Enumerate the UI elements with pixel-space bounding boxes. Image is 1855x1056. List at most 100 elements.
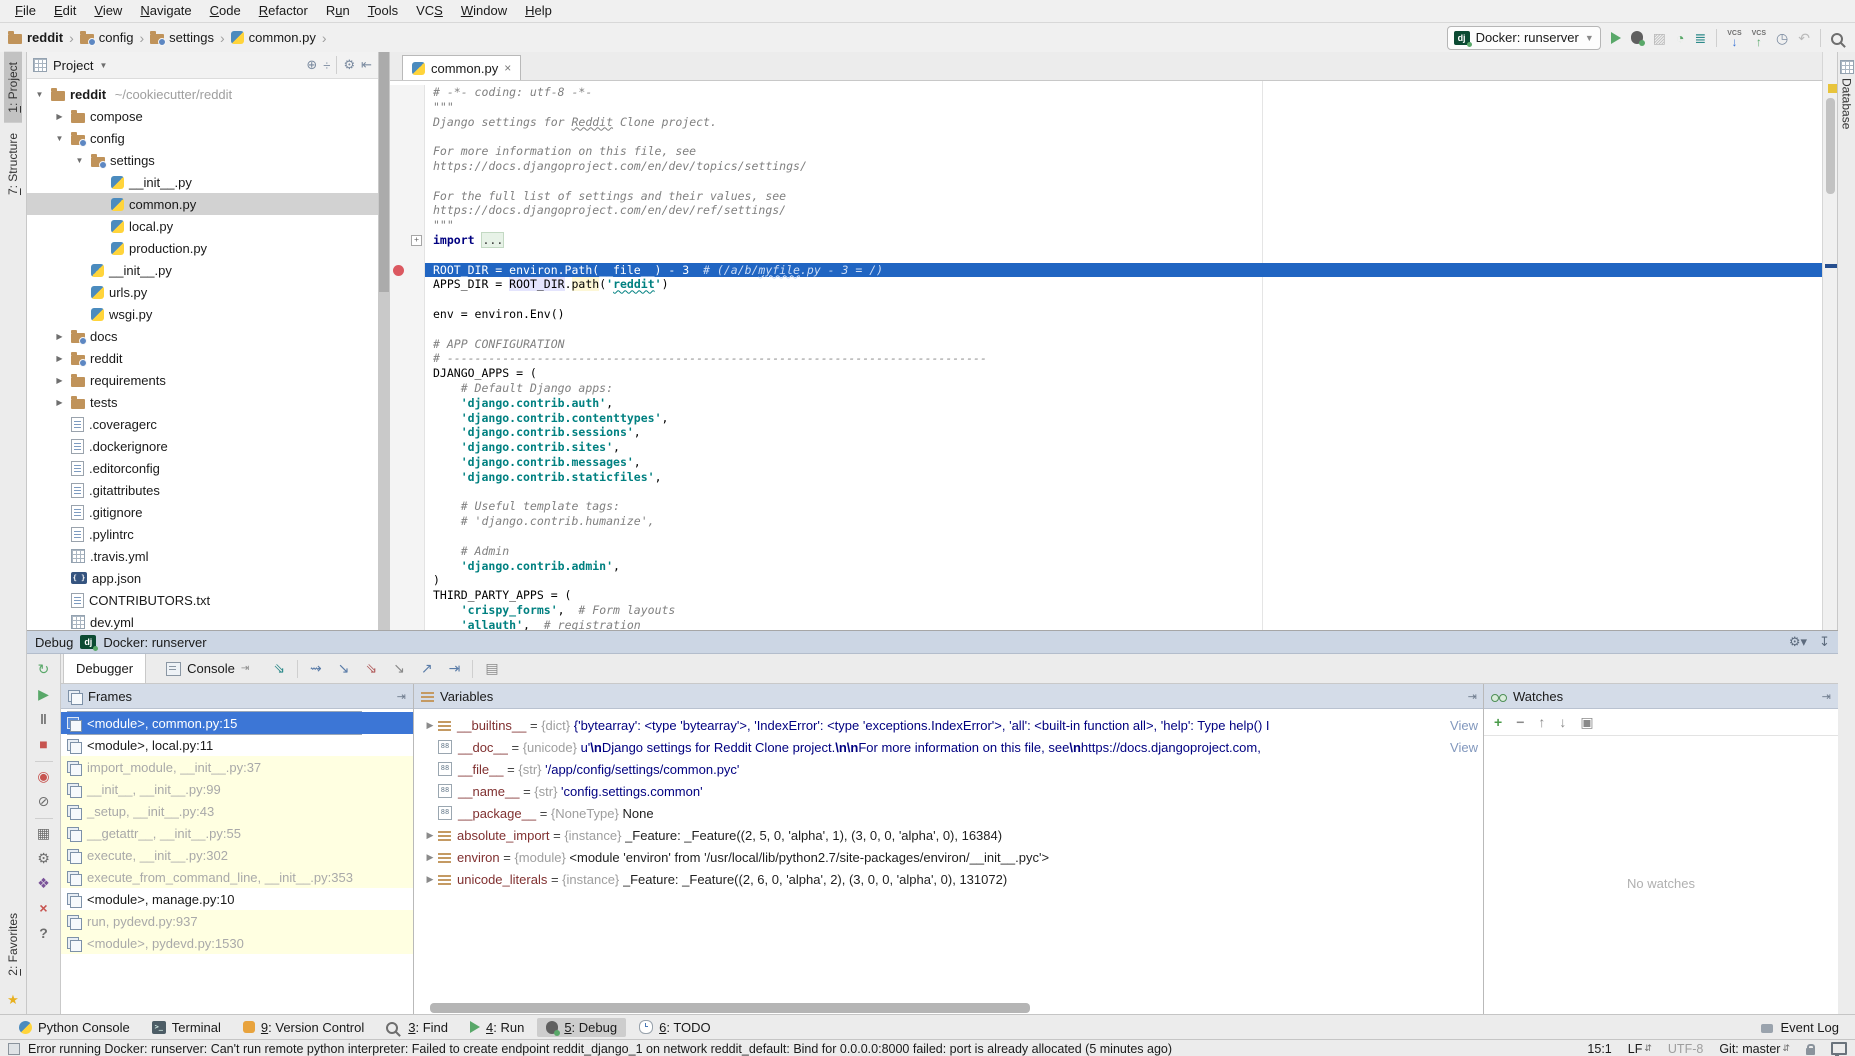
tree-item-gitignore[interactable]: .gitignore [27,501,378,523]
undo-button[interactable]: ↶ [1798,30,1810,46]
status-git-master[interactable]: Git: master⇵ [1719,1042,1790,1056]
frame-item[interactable]: <module>, common.py:15 [61,712,413,734]
status-utf-8[interactable]: UTF-8 [1668,1042,1703,1056]
debug-button[interactable] [1631,31,1643,44]
evaluate-expression-button[interactable]: ▤ [481,660,502,677]
tree-item-config[interactable]: ▼config [27,127,378,149]
resume-button[interactable]: ▶ [38,683,49,708]
copy-watch-button[interactable]: ▣ [1580,714,1593,731]
dock-icon[interactable]: ⇥ [1468,690,1477,703]
tree-item-settings[interactable]: ▼settings [27,149,378,171]
toolwindow-switcher-icon[interactable] [8,1043,20,1055]
menu-edit[interactable]: Edit [45,0,85,22]
chevron-open-icon[interactable]: ▼ [33,90,46,99]
sidebar-tab-1-project[interactable]: 1: Project [4,52,22,123]
dock-icon[interactable]: ⇥ [397,690,406,703]
remote-interpreter-icon[interactable] [1831,1042,1847,1055]
close-icon[interactable]: × [504,61,511,75]
run-with-settings-button[interactable]: ≣ [1695,30,1707,46]
menu-run[interactable]: Run [317,0,359,22]
chevron-closed-icon[interactable]: ▶ [53,112,66,121]
run-to-cursor-button[interactable]: ⇥ [445,660,465,677]
breadcrumb-common-py[interactable]: common.py [231,30,316,45]
menu-window[interactable]: Window [452,0,516,22]
variable-absolute-import[interactable]: ▶absolute_import = {instance} _Feature: … [414,824,1484,846]
pin-button[interactable]: ❖ [37,872,50,897]
chevron-closed-icon[interactable]: ▶ [53,398,66,407]
tree-item-gitattributes[interactable]: .gitattributes [27,479,378,501]
step-into-my-code-button[interactable]: ⇘ [361,660,381,677]
menu-code[interactable]: Code [201,0,250,22]
menu-file[interactable]: File [6,0,45,22]
select-opened-file-button[interactable]: ⊕ [306,57,317,73]
run-with-coverage-button[interactable]: ▨ [1653,30,1666,46]
menu-view[interactable]: View [85,0,131,22]
gear-icon[interactable]: ⚙ [343,57,355,73]
tree-item-reddit[interactable]: ▼reddit ~/cookiecutter/reddit [27,83,378,105]
sidebar-tab-database[interactable]: Database [1839,52,1855,137]
chevron-closed-icon[interactable]: ▶ [53,354,66,363]
variable-name[interactable]: __name__ = {str} 'config.settings.common… [414,780,1484,802]
stop-button[interactable]: ■ [39,733,47,758]
move-watch-down-button[interactable]: ↓ [1559,714,1566,730]
step-out-button[interactable]: ↗ [417,660,437,677]
tree-item-init-py[interactable]: __init__.py [27,171,378,193]
tree-item-dev-yml[interactable]: dev.yml [27,611,378,630]
chevron-closed-icon[interactable]: ▶ [53,332,66,341]
help-button[interactable]: ? [39,922,48,947]
variable-environ[interactable]: ▶environ = {module} <module 'environ' fr… [414,846,1484,868]
frame-item[interactable]: execute_from_command_line, __init__.py:3… [61,866,413,888]
variable-package[interactable]: __package__ = {NoneType} None [414,802,1484,824]
view-link[interactable]: View [1446,718,1478,733]
project-scrollbar[interactable] [378,52,390,630]
frame-item[interactable]: run, pydevd.py:937 [61,910,413,932]
toolwindow-6-todo[interactable]: 6: TODO [630,1018,720,1037]
chevron-right-icon[interactable]: ▶ [422,874,438,885]
tree-item-compose[interactable]: ▶compose [27,105,378,127]
mute-breakpoints-button[interactable]: ⊘ [38,790,50,815]
tree-item-contributors-txt[interactable]: CONTRIBUTORS.txt [27,589,378,611]
status-message[interactable]: Error running Docker: runserver: Can't r… [28,1042,1579,1056]
tree-item-coveragerc[interactable]: .coveragerc [27,413,378,435]
frame-item[interactable]: __getattr__, __init__.py:55 [61,822,413,844]
pause-button[interactable]: ‖ [40,708,47,733]
toolwindow-terminal[interactable]: Terminal [143,1018,230,1037]
view-link[interactable]: View [1446,740,1478,755]
toolwindow-9-version-control[interactable]: 9: Version Control [234,1018,373,1037]
menu-refactor[interactable]: Refactor [250,0,317,22]
frame-item[interactable]: <module>, pydevd.py:1530 [61,932,413,954]
menu-vcs[interactable]: VCS [407,0,452,22]
local-history-button[interactable]: ◷ [1776,30,1788,46]
profiler-button[interactable]: ◔ [1676,30,1684,46]
vcs-commit-button[interactable]: VCS ↑ [1752,30,1766,46]
lock-icon[interactable] [1806,1048,1815,1055]
tree-item-requirements[interactable]: ▶requirements [27,369,378,391]
add-watch-button[interactable]: + [1494,714,1502,730]
frame-item[interactable]: <module>, local.py:11 [61,734,413,756]
chevron-open-icon[interactable]: ▼ [73,156,86,165]
variable-file[interactable]: __file__ = {str} '/app/config/settings/c… [414,758,1484,780]
chevron-right-icon[interactable]: ▶ [422,720,438,731]
move-watch-up-button[interactable]: ↑ [1538,714,1545,730]
tab-console[interactable]: Console ⇥ [154,654,261,683]
variables-hscrollbar[interactable] [430,1003,1030,1013]
vcs-update-button[interactable]: VCS ↓ [1727,30,1741,46]
chevron-open-icon[interactable]: ▼ [53,134,66,143]
menu-tools[interactable]: Tools [359,0,407,22]
show-execution-point-button[interactable]: ⇘ [269,660,289,677]
run-button[interactable] [1611,32,1621,44]
toolwindow-5-debug[interactable]: 5: Debug [537,1018,626,1037]
tree-item-app-json[interactable]: app.json [27,567,378,589]
settings-gear-button[interactable]: ⚙ [37,847,50,872]
variable-doc[interactable]: __doc__ = {unicode} u'\nDjango settings … [414,736,1484,758]
code-area[interactable]: # -*- coding: utf-8 -*-"""Django setting… [390,81,1822,630]
status-15-1[interactable]: 15:1 [1587,1042,1611,1056]
tree-item-tests[interactable]: ▶tests [27,391,378,413]
step-over-button[interactable]: ⇝ [306,660,326,677]
close-button[interactable]: × [39,897,47,922]
project-view-select[interactable]: Project ▼ [33,58,300,73]
frame-item[interactable]: __init__, __init__.py:99 [61,778,413,800]
collapse-all-button[interactable]: ÷ [323,58,330,73]
tree-item-dockerignore[interactable]: .dockerignore [27,435,378,457]
gear-icon[interactable]: ⚙▾ [1789,634,1807,650]
